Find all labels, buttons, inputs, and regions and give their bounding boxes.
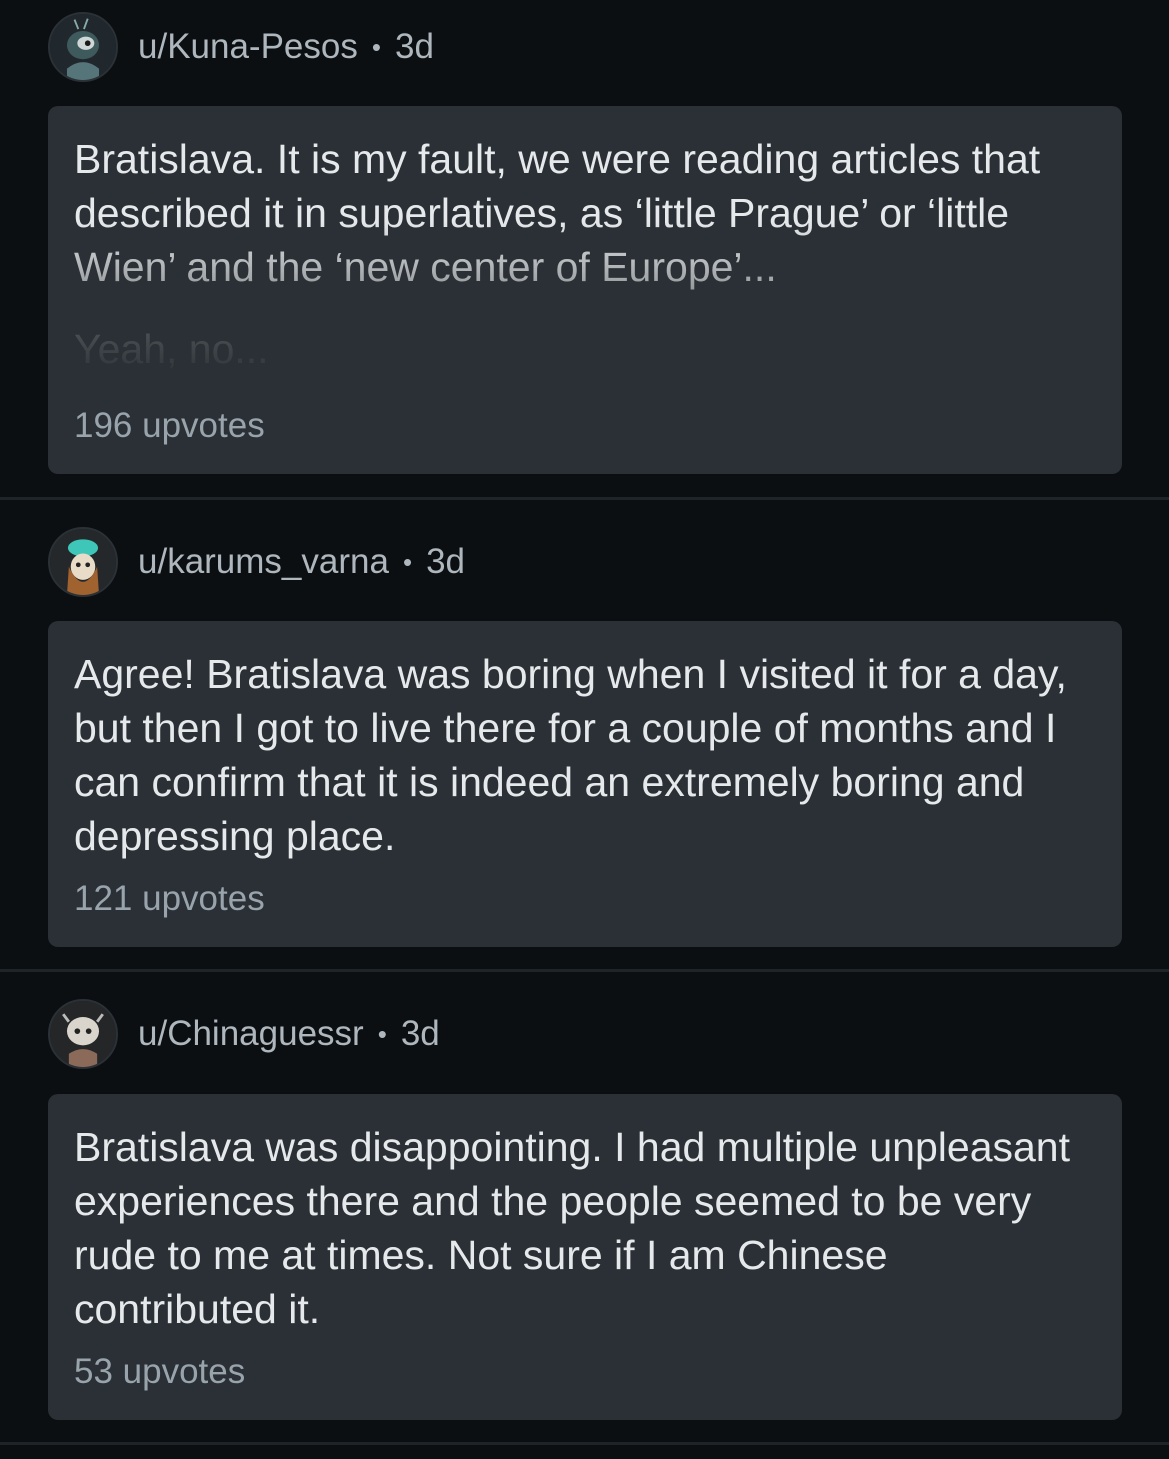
comment-header: u/karums_varna • 3d xyxy=(48,525,465,599)
comment-header: u/Kuna-Pesos • 3d xyxy=(48,10,434,84)
comment-meta: u/Chinaguessr • 3d xyxy=(138,1014,440,1054)
comment-age: 3d xyxy=(394,27,434,66)
comment-divider xyxy=(0,969,1169,972)
comment-body: Bratislava. It is my fault, we were read… xyxy=(74,136,1041,290)
comment-age: 3d xyxy=(400,1014,440,1053)
username-link[interactable]: u/Kuna-Pesos xyxy=(138,27,358,67)
comment-card[interactable]: Bratislava. It is my fault, we were read… xyxy=(48,106,1122,474)
comment-header: u/Chinaguessr • 3d xyxy=(48,997,440,1071)
separator-dot: • xyxy=(377,1018,387,1049)
snoo-avatar-icon[interactable] xyxy=(48,999,118,1069)
comment-card[interactable]: Bratislava was disappointing. I had mult… xyxy=(48,1094,1122,1420)
separator-dot: • xyxy=(402,546,413,577)
upvote-count: 196 upvotes xyxy=(74,406,265,445)
comment-meta: u/karums_varna • 3d xyxy=(138,542,465,582)
comment-divider xyxy=(0,1442,1169,1445)
snoo-avatar-icon[interactable] xyxy=(48,527,118,597)
comment-card[interactable]: Agree! Bratislava was boring when I visi… xyxy=(48,621,1122,947)
comment-age: 3d xyxy=(426,542,465,581)
separator-dot: • xyxy=(371,31,381,62)
username-link[interactable]: u/karums_varna xyxy=(138,542,389,582)
username-link[interactable]: u/Chinaguessr xyxy=(138,1014,364,1054)
comment-body-truncated: Yeah, no... xyxy=(74,326,269,372)
upvote-count: 121 upvotes xyxy=(74,879,265,918)
comment-divider xyxy=(0,497,1169,500)
upvote-count: 53 upvotes xyxy=(74,1352,246,1391)
comment-meta: u/Kuna-Pesos • 3d xyxy=(138,27,434,67)
snoo-avatar-icon[interactable] xyxy=(48,12,118,82)
comment-body: Agree! Bratislava was boring when I visi… xyxy=(74,651,1067,859)
comment-body: Bratislava was disappointing. I had mult… xyxy=(74,1124,1070,1332)
